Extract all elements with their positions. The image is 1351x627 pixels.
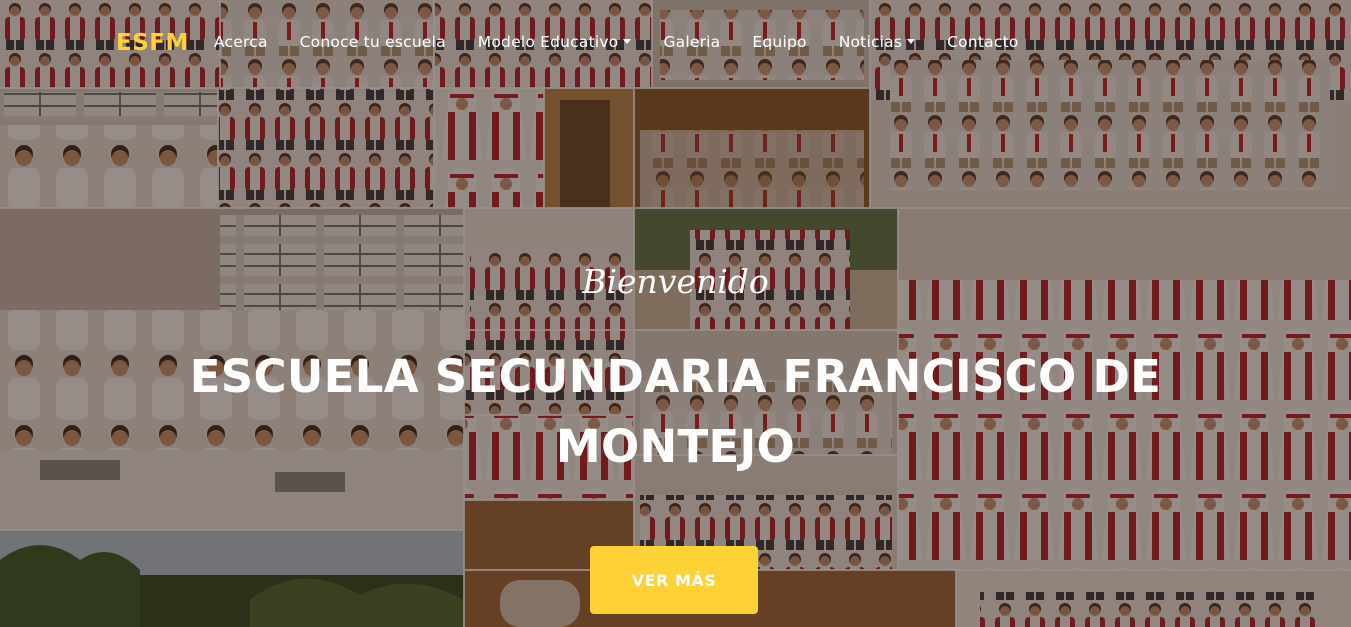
- nav-link-contacto[interactable]: Contacto: [931, 33, 1034, 51]
- nav-link-galeria[interactable]: Galeria: [647, 33, 736, 51]
- nav-link-label: Equipo: [752, 33, 807, 51]
- nav-link-label: Contacto: [947, 33, 1019, 51]
- nav-link-label: Galeria: [663, 33, 721, 51]
- caret-down-icon: [623, 39, 632, 44]
- heading-line-2: MONTEJO: [555, 420, 796, 473]
- nav-link-conoce-tu-escuela[interactable]: Conoce tu escuela: [284, 33, 462, 51]
- nav-link-label: Modelo Educativo: [477, 33, 619, 51]
- nav-link-modelo-educativo[interactable]: Modelo Educativo: [462, 33, 648, 51]
- hero-section: ESFM Acerca Conoce tu escuela Modelo Edu…: [0, 0, 1351, 627]
- brand-logo[interactable]: ESFM: [116, 30, 189, 56]
- main-navbar: ESFM Acerca Conoce tu escuela Modelo Edu…: [0, 0, 1351, 90]
- nav-links: Acerca Conoce tu escuela Modelo Educativ…: [198, 33, 1035, 51]
- heading-line-1: ESCUELA SECUNDARIA FRANCISCO DE: [189, 350, 1162, 403]
- nav-link-label: Conoce tu escuela: [299, 33, 446, 51]
- dark-overlay: [0, 0, 1351, 627]
- nav-link-equipo[interactable]: Equipo: [736, 33, 822, 51]
- intro-lead-heading: Bienvenido: [582, 262, 769, 301]
- ver-mas-button[interactable]: VER MÁS: [590, 546, 758, 614]
- nav-link-noticias[interactable]: Noticias: [823, 33, 931, 51]
- nav-link-label: Acerca: [214, 33, 268, 51]
- intro-main-heading: ESCUELA SECUNDARIA FRANCISCO DE MONTEJO: [0, 342, 1351, 482]
- nav-link-acerca[interactable]: Acerca: [198, 33, 284, 51]
- caret-down-icon: [907, 39, 916, 44]
- nav-link-label: Noticias: [838, 33, 903, 51]
